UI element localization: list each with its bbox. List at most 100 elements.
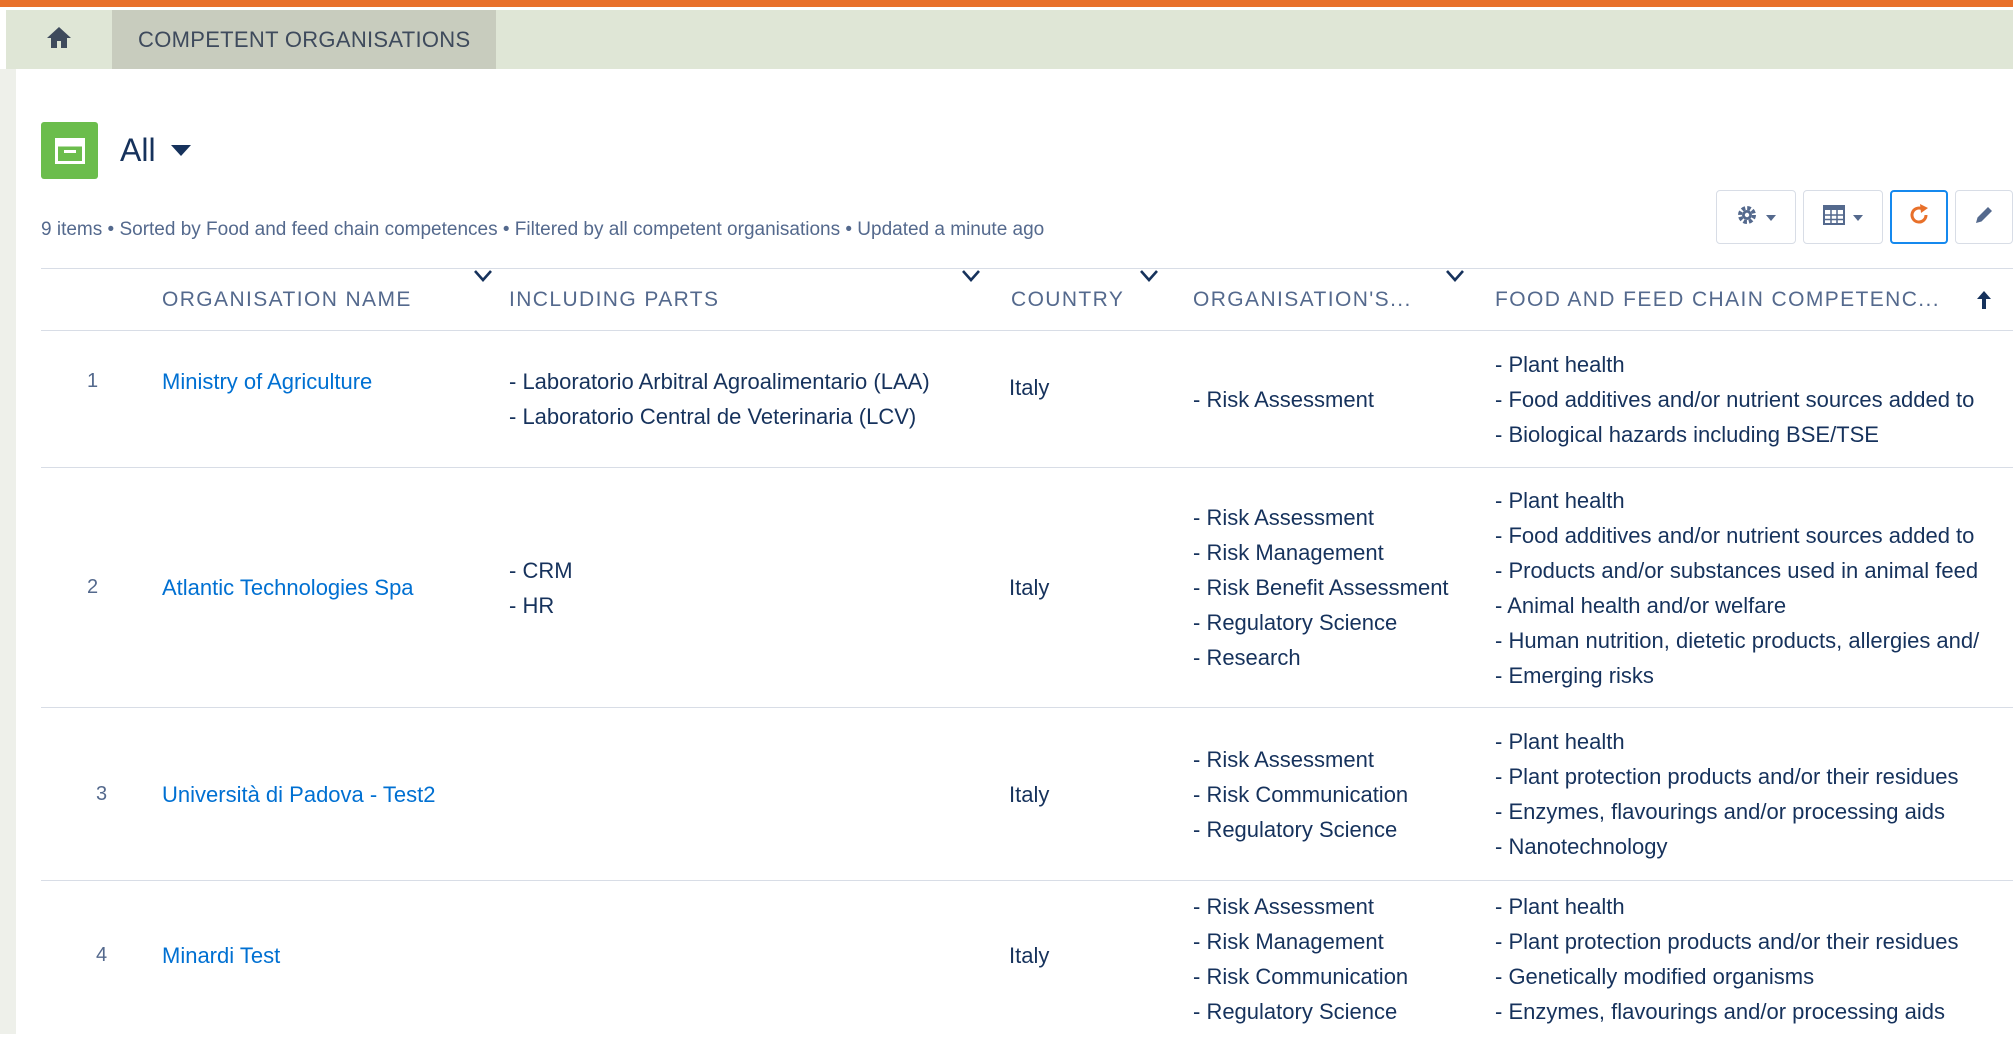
column-header-including-parts[interactable]: INCLUDING PARTS — [509, 269, 719, 330]
column-label: ORGANISATION'S... — [1193, 287, 1412, 311]
organisation-name-link[interactable]: Ministry of Agriculture — [162, 364, 372, 399]
competence-item: - Enzymes, flavourings and/or processing… — [1495, 999, 1945, 1024]
chevron-down-icon[interactable] — [473, 269, 493, 283]
list-summary: 9 items • Sorted by Food and feed chain … — [41, 219, 1045, 240]
part-item: - CRM — [509, 557, 573, 583]
organisation-type-cell: - Risk Assessment - Risk Communication -… — [1193, 708, 1408, 880]
settings-button[interactable] — [1716, 190, 1796, 244]
country-cell: Italy — [1009, 708, 1049, 880]
competence-item: - Plant protection products and/or their… — [1495, 929, 1959, 954]
table-view-icon — [1823, 204, 1845, 230]
role-item: - Regulatory Science — [1193, 816, 1398, 842]
sort-ascending-icon[interactable] — [1976, 290, 1992, 310]
competence-item: - Plant health — [1495, 351, 1625, 377]
chevron-down-icon[interactable] — [1139, 269, 1159, 283]
row-number: 1 — [87, 369, 99, 392]
competence-item: - Nanotechnology — [1495, 834, 1668, 859]
pencil-icon — [1973, 204, 1995, 231]
page-left-edge — [0, 69, 16, 1034]
country-value: Italy — [1009, 575, 1050, 600]
list-view-dropdown-icon[interactable] — [170, 144, 192, 163]
country-cell: Italy — [1009, 881, 1049, 1029]
organisation-name-cell: Minardi Test — [162, 881, 280, 1029]
competences-cell: - Plant health - Food additives and/or n… — [1495, 468, 1979, 707]
table-row: 2 Atlantic Technologies Spa - CRM - HR I… — [41, 468, 2013, 708]
competence-item: - Enzymes, flavourings and/or processing… — [1495, 799, 1945, 824]
column-label: COUNTRY — [1011, 287, 1125, 311]
organisation-name-cell: Università di Padova - Test2 — [162, 708, 436, 880]
country-cell: Italy — [1009, 331, 1049, 443]
competence-item: - Products and/or substances used in ani… — [1495, 557, 1979, 583]
tab-competent-organisations[interactable]: COMPETENT ORGANISATIONS — [112, 10, 497, 69]
refresh-icon — [1907, 203, 1931, 232]
column-header-country[interactable]: COUNTRY — [1011, 269, 1124, 330]
chevron-down-icon[interactable] — [961, 269, 981, 283]
country-value: Italy — [1009, 942, 1050, 968]
competence-item: - Plant health — [1495, 729, 1625, 754]
competences-cell: - Plant health - Plant protection produc… — [1495, 708, 1958, 880]
role-item: - Research — [1193, 645, 1301, 670]
navigation-bar: COMPETENT ORGANISATIONS — [6, 10, 2013, 69]
organisation-name-link[interactable]: Università di Padova - Test2 — [162, 777, 436, 812]
organisation-type-cell: - Risk Assessment - Risk Management - Ri… — [1193, 468, 1449, 707]
top-accent-strip — [0, 0, 2013, 7]
table-header: ORGANISATION NAME INCLUDING PARTS COUNTR… — [41, 268, 2013, 331]
role-item: - Risk Assessment — [1193, 746, 1374, 772]
role-item: - Risk Communication — [1193, 964, 1409, 989]
column-header-food-feed-competences[interactable]: FOOD AND FEED CHAIN COMPETENC... — [1495, 269, 1940, 330]
including-parts-cell: - Laboratorio Arbitral Agroalimentario (… — [509, 331, 930, 467]
table-row: 4 Minardi Test Italy - Risk Assessment -… — [41, 881, 2013, 1041]
role-item: - Risk Assessment — [1193, 505, 1374, 530]
competence-item: - Plant protection products and/or their… — [1495, 764, 1959, 789]
row-number: 3 — [96, 782, 108, 805]
competence-item: - Plant health — [1495, 894, 1625, 919]
part-item: - Laboratorio Central de Veterinaria (LC… — [509, 404, 917, 429]
row-number: 4 — [96, 943, 108, 966]
display-as-button[interactable] — [1803, 190, 1883, 244]
role-item: - Risk Benefit Assessment — [1193, 575, 1449, 600]
home-tab[interactable] — [6, 10, 112, 69]
role-item: - Regulatory Science — [1193, 999, 1398, 1024]
chevron-down-icon — [1766, 208, 1776, 226]
role-item: - Risk Assessment — [1193, 894, 1374, 919]
column-label: ORGANISATION NAME — [162, 287, 412, 311]
list-toolbar — [1716, 190, 2013, 244]
part-item: - HR — [509, 592, 555, 618]
table-row: 1 Ministry of Agriculture - Laboratorio … — [41, 331, 2013, 468]
column-header-organisation-type[interactable]: ORGANISATION'S... — [1193, 269, 1412, 330]
competence-item: - Biological hazards including BSE/TSE — [1495, 421, 1879, 447]
organisation-name-cell: Ministry of Agriculture — [162, 331, 372, 431]
column-header-organisation-name[interactable]: ORGANISATION NAME — [162, 269, 412, 330]
competence-item: - Food additives and/or nutrient sources… — [1495, 386, 1975, 412]
gear-icon — [1736, 204, 1758, 231]
country-cell: Italy — [1009, 468, 1049, 707]
chevron-down-icon — [1853, 208, 1863, 226]
organisation-name-link[interactable]: Minardi Test — [162, 938, 280, 973]
row-number: 2 — [87, 576, 99, 598]
column-label: INCLUDING PARTS — [509, 287, 720, 311]
organisation-type-cell: - Risk Assessment — [1193, 331, 1374, 467]
table-row: 3 Università di Padova - Test2 Italy - R… — [41, 708, 2013, 881]
role-item: - Risk Assessment — [1193, 386, 1374, 412]
competence-item: - Animal health and/or welfare — [1495, 592, 1787, 618]
organisation-type-cell: - Risk Assessment - Risk Management - Ri… — [1193, 889, 1408, 1029]
country-value: Italy — [1009, 374, 1050, 400]
role-item: - Risk Communication — [1193, 781, 1409, 807]
competences-cell: - Plant health - Food additives and/or n… — [1495, 331, 1974, 467]
role-item: - Risk Management — [1193, 540, 1384, 565]
competence-item: - Emerging risks — [1495, 662, 1654, 688]
competences-cell: - Plant health - Plant protection produc… — [1495, 889, 1958, 1029]
role-item: - Regulatory Science — [1193, 610, 1398, 635]
list-view-title[interactable]: All — [120, 132, 156, 169]
list-view-icon — [41, 122, 98, 179]
refresh-button[interactable] — [1890, 190, 1948, 244]
edit-button[interactable] — [1955, 190, 2013, 244]
list-view-header: All — [41, 122, 192, 179]
part-item: - Laboratorio Arbitral Agroalimentario (… — [509, 369, 930, 394]
organisation-name-link[interactable]: Atlantic Technologies Spa — [162, 570, 414, 605]
competence-item: - Plant health — [1495, 487, 1625, 513]
chevron-down-icon[interactable] — [1445, 269, 1465, 283]
competence-item: - Genetically modified organisms — [1495, 964, 1815, 989]
role-item: - Risk Management — [1193, 929, 1384, 954]
home-icon — [46, 25, 72, 54]
